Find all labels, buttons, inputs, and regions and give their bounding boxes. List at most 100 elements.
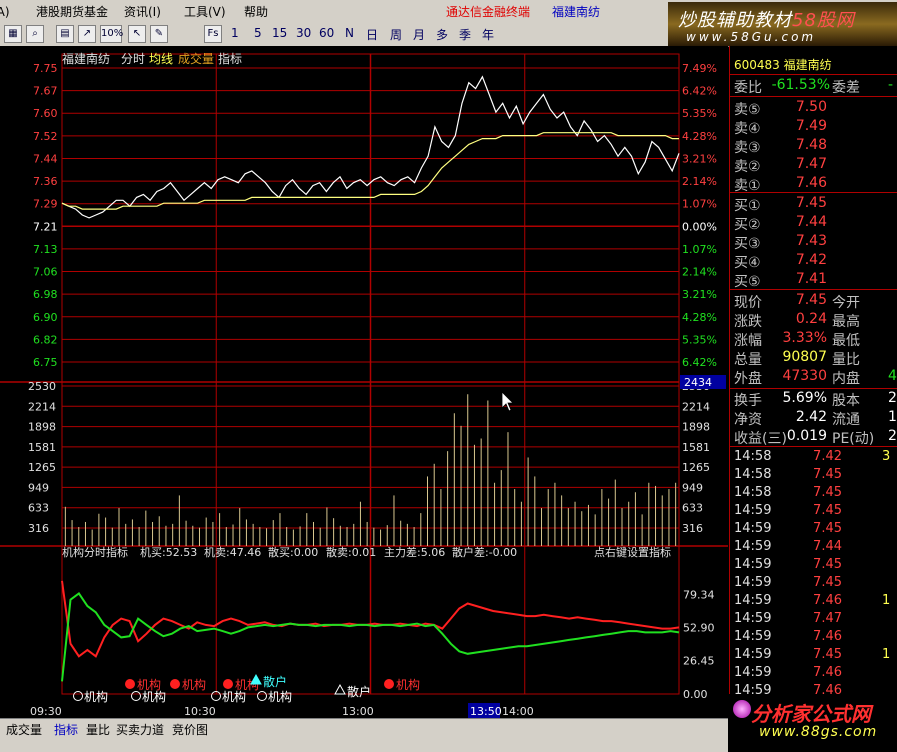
menu-item-tools[interactable]: 工具(V): [184, 3, 226, 20]
quote-label-2: 最低: [832, 333, 860, 349]
period-30min[interactable]: 30: [296, 26, 311, 40]
buy-level-label: 买⑤: [734, 274, 761, 290]
buy-level-price: 7.45: [795, 195, 827, 211]
period-1min[interactable]: 1: [231, 26, 239, 40]
watermark-88gs: 分析家公式网 www.88gs.com: [729, 694, 897, 752]
menu-item-hk-futures[interactable]: 港股期货基金: [36, 3, 108, 20]
sell-level-row[interactable]: 卖③ 7.48: [730, 136, 897, 156]
period-week[interactable]: 周: [390, 26, 402, 43]
quote-label-2: 量比: [832, 352, 860, 368]
percent-button[interactable]: 10%: [100, 25, 123, 43]
period-month[interactable]: 月: [413, 26, 425, 43]
sell-level-label: 卖④: [734, 121, 761, 137]
institution-marker-label: 机构: [396, 677, 420, 692]
tick-row: 14:59 7.45: [730, 520, 897, 538]
tick-time: 14:58: [734, 449, 772, 464]
stat-value: 2.42: [795, 409, 827, 425]
buy-level-row[interactable]: 买④ 7.42: [730, 251, 897, 271]
tick-time: 14:59: [734, 647, 772, 662]
period-year[interactable]: 年: [482, 26, 494, 43]
tick-row: 14:59 7.46: [730, 628, 897, 646]
indicator-sanmai: 散买:0.00: [268, 545, 318, 559]
period-day[interactable]: 日: [366, 26, 378, 43]
tick-time: 14:59: [734, 629, 772, 644]
institution-dot-marker: [223, 679, 233, 689]
institution-circle-label: 机构: [222, 689, 246, 704]
stat-row: 净资 2.42 流通 1.: [730, 408, 897, 428]
logo-ball-icon: [733, 700, 751, 718]
period-60min[interactable]: 60: [319, 26, 334, 40]
mouse-cursor-icon: [501, 391, 514, 412]
period-n[interactable]: N: [345, 26, 354, 40]
quote-row: 总量 90807 量比: [730, 348, 897, 368]
pct-tick-label: 1.07%: [682, 198, 717, 211]
indicator-sanhu: 散户差:-0.00: [452, 545, 517, 559]
chart-indicator-label: 指标: [218, 51, 242, 66]
status-bar: [0, 736, 728, 752]
volume-tick-label: 1265: [28, 461, 56, 474]
price-tick-label: 7.36: [33, 175, 58, 188]
tick-price: 7.44: [813, 539, 842, 554]
buy-level-row[interactable]: 买③ 7.43: [730, 232, 897, 252]
sell-level-row[interactable]: 卖⑤ 7.50: [730, 98, 897, 118]
indicator-jimai2: 机卖:47.46: [204, 545, 261, 559]
sell-level-row[interactable]: 卖① 7.46: [730, 174, 897, 194]
volume-tick-label-right: 316: [682, 522, 703, 535]
line-icon[interactable]: ↗: [78, 25, 96, 43]
quote-value: 90807: [782, 349, 827, 365]
sell-level-row[interactable]: 卖② 7.47: [730, 155, 897, 175]
tick-price: 7.46: [813, 629, 842, 644]
volume-tick-label-right: 949: [682, 481, 703, 494]
tick-row: 14:59 7.47: [730, 610, 897, 628]
buy-level-row[interactable]: 买⑤ 7.41: [730, 270, 897, 290]
quote-row: 涨跌 0.24 最高: [730, 310, 897, 330]
buy-level-row[interactable]: 买① 7.45: [730, 194, 897, 214]
quote-row: 现价 7.45 今开: [730, 291, 897, 311]
stat-value: 0.019: [786, 428, 827, 444]
institution-dot-marker: [384, 679, 394, 689]
quote-value: 3.33%: [782, 330, 827, 346]
price-tick-label: 6.82: [33, 333, 58, 346]
menu-item-news[interactable]: 资讯(I): [124, 3, 161, 20]
pct-tick-label: 2.14%: [682, 266, 717, 279]
institution-circle-label: 机构: [142, 689, 166, 704]
fs-button[interactable]: Fs: [204, 25, 222, 43]
grid-icon[interactable]: ▤: [56, 25, 74, 43]
cursor-icon[interactable]: ↖: [128, 25, 146, 43]
retail-triangle-marker: [334, 683, 346, 695]
price-tick-label: 7.13: [33, 243, 58, 256]
menu-item-help[interactable]: 帮助: [244, 3, 268, 20]
stat-value-2: 2.: [888, 390, 897, 406]
chart-icon[interactable]: ▦: [4, 25, 22, 43]
pct-tick-label: 7.49%: [682, 62, 717, 75]
stat-row: 收益(三) 0.019 PE(动) 2: [730, 427, 897, 447]
pct-tick-label: 4.28%: [682, 130, 717, 143]
period-5min[interactable]: 5: [254, 26, 262, 40]
period-15min[interactable]: 15: [272, 26, 287, 40]
indicator-tick-label: 0.00: [683, 688, 708, 701]
pct-tick-label: 3.21%: [682, 288, 717, 301]
sell-level-row[interactable]: 卖④ 7.49: [730, 117, 897, 137]
time-label-1030: 10:30: [184, 705, 216, 718]
volume-tick-label: 1581: [28, 441, 56, 454]
period-multi[interactable]: 多: [436, 26, 448, 43]
buy-level-price: 7.42: [795, 252, 827, 268]
stat-label-2: 股本: [832, 393, 860, 409]
buy-level-label: 买③: [734, 236, 761, 252]
buy-level-row[interactable]: 买② 7.44: [730, 213, 897, 233]
intraday-chart-svg[interactable]: 7.75 7.49% 7.67 6.42% 7.60 5.35% 7.52 4.28% 7.44…: [0, 46, 728, 718]
zoom-icon[interactable]: ⌕: [26, 25, 44, 43]
menu-item-market[interactable]: 行(A): [0, 3, 10, 20]
tick-time: 14:58: [734, 485, 772, 500]
quote-label: 现价: [734, 295, 762, 311]
price-tick-label: 7.44: [33, 152, 58, 165]
quote-label: 总量: [734, 352, 762, 368]
tick-row: 14:58 7.45: [730, 484, 897, 502]
tick-time: 14:59: [734, 521, 772, 536]
tick-volume: 3: [882, 449, 891, 464]
intraday-chart-area[interactable]: 7.75 7.49% 7.67 6.42% 7.60 5.35% 7.52 4.28% 7.44…: [0, 46, 728, 718]
tick-time: 14:59: [734, 665, 772, 680]
volume-tick-label-right: 1898: [682, 421, 710, 434]
period-quarter[interactable]: 季: [459, 26, 471, 43]
pencil-icon[interactable]: ✎: [150, 25, 168, 43]
